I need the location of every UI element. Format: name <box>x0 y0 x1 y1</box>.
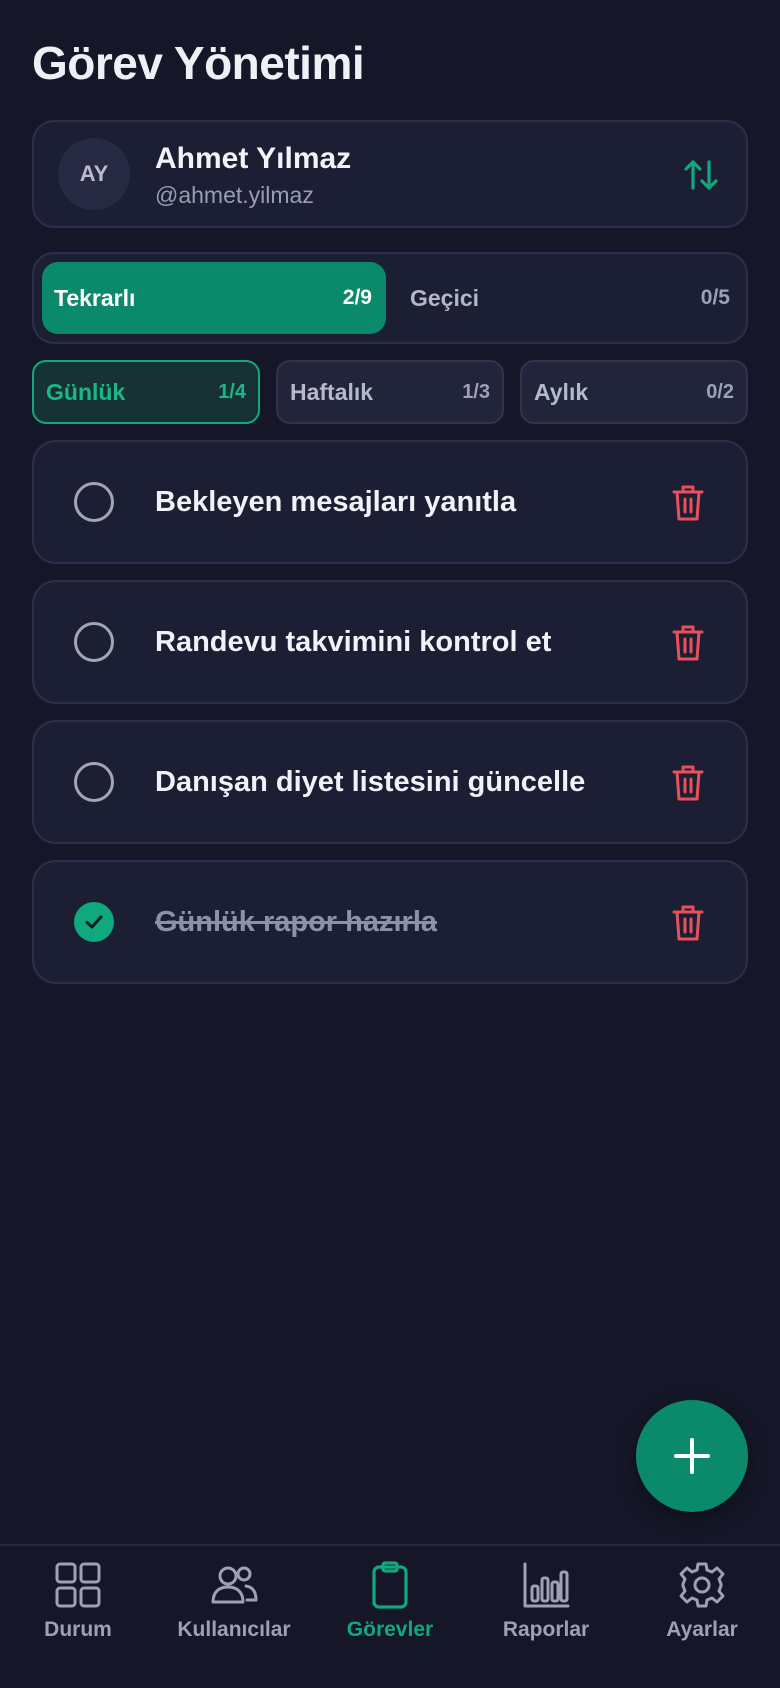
task-item: Günlük rapor hazırla <box>32 860 748 984</box>
tab-temporary-count: 0/5 <box>700 286 730 309</box>
tab-recurring-count: 2/9 <box>342 286 372 309</box>
nav-item-settings[interactable]: Ayarlar <box>624 1560 780 1660</box>
plus-icon <box>674 1438 710 1474</box>
avatar: AY <box>58 138 130 210</box>
task-label: Randevu takvimini kontrol et <box>155 626 552 658</box>
trash-icon[interactable] <box>672 624 704 662</box>
user-name: Ahmet Yılmaz <box>155 142 352 175</box>
nav-label: Durum <box>44 1618 112 1641</box>
trash-icon[interactable] <box>672 484 704 522</box>
tab-monthly-label: Aylık <box>534 378 589 405</box>
task-item: Danışan diyet listesini güncelle <box>32 720 748 844</box>
user-card[interactable]: AY Ahmet Yılmaz @ahmet.yilmaz <box>32 120 748 228</box>
gear-icon <box>679 1562 725 1608</box>
task-label: Bekleyen mesajları yanıtla <box>155 486 517 518</box>
trash-icon[interactable] <box>672 904 704 942</box>
tab-daily-label: Günlük <box>46 378 126 405</box>
clipboard-icon <box>372 1561 408 1609</box>
tab-weekly-count: 1/3 <box>462 380 490 403</box>
task-type-tabs: Tekrarlı 2/9 Geçici 0/5 <box>32 252 748 344</box>
nav-item-durum[interactable]: Durum <box>0 1560 156 1660</box>
tab-temporary[interactable]: Geçici 0/5 <box>398 262 742 334</box>
tab-daily-count: 1/4 <box>218 380 246 403</box>
tab-monthly-count: 0/2 <box>706 380 734 403</box>
grid-icon <box>55 1562 101 1608</box>
tab-recurring[interactable]: Tekrarlı 2/9 <box>42 262 386 334</box>
task-checkbox[interactable] <box>74 482 114 522</box>
user-handle: @ahmet.yilmaz <box>155 182 314 208</box>
tab-daily[interactable]: Günlük 1/4 <box>32 360 260 424</box>
nav-label: Ayarlar <box>666 1618 738 1641</box>
task-label: Günlük rapor hazırla <box>155 906 437 938</box>
users-icon <box>211 1566 258 1604</box>
nav-item-users[interactable]: Kullanıcılar <box>156 1560 312 1660</box>
bar-chart-icon <box>523 1562 570 1608</box>
task-checkbox[interactable] <box>74 762 114 802</box>
bottom-nav: Durum Kullanıcılar Görevler Raporlar Aya… <box>0 1544 780 1688</box>
nav-item-tasks[interactable]: Görevler <box>312 1560 468 1660</box>
nav-label: Kullanıcılar <box>177 1618 291 1641</box>
task-label: Danışan diyet listesini güncelle <box>155 766 586 798</box>
add-task-button[interactable] <box>636 1400 748 1512</box>
task-item: Randevu takvimini kontrol et <box>32 580 748 704</box>
tab-weekly[interactable]: Haftalık 1/3 <box>276 360 504 424</box>
task-management-screen: Görev Yönetimi AY Ahmet Yılmaz @ahmet.yi… <box>0 0 780 1688</box>
task-item: Bekleyen mesajları yanıtla <box>32 440 748 564</box>
tab-weekly-label: Haftalık <box>290 378 374 405</box>
check-icon <box>85 915 103 929</box>
tab-monthly[interactable]: Aylık 0/2 <box>520 360 748 424</box>
swap-user-icon[interactable] <box>682 156 720 194</box>
nav-item-reports[interactable]: Raporlar <box>468 1560 624 1660</box>
nav-label: Görevler <box>346 1618 434 1641</box>
trash-icon[interactable] <box>672 764 704 802</box>
tab-temporary-label: Geçici <box>410 284 480 311</box>
task-checkbox-checked[interactable] <box>74 902 114 942</box>
task-checkbox[interactable] <box>74 622 114 662</box>
page-title: Görev Yönetimi <box>32 37 365 89</box>
nav-label: Raporlar <box>502 1618 590 1641</box>
tab-recurring-label: Tekrarlı <box>54 284 136 311</box>
